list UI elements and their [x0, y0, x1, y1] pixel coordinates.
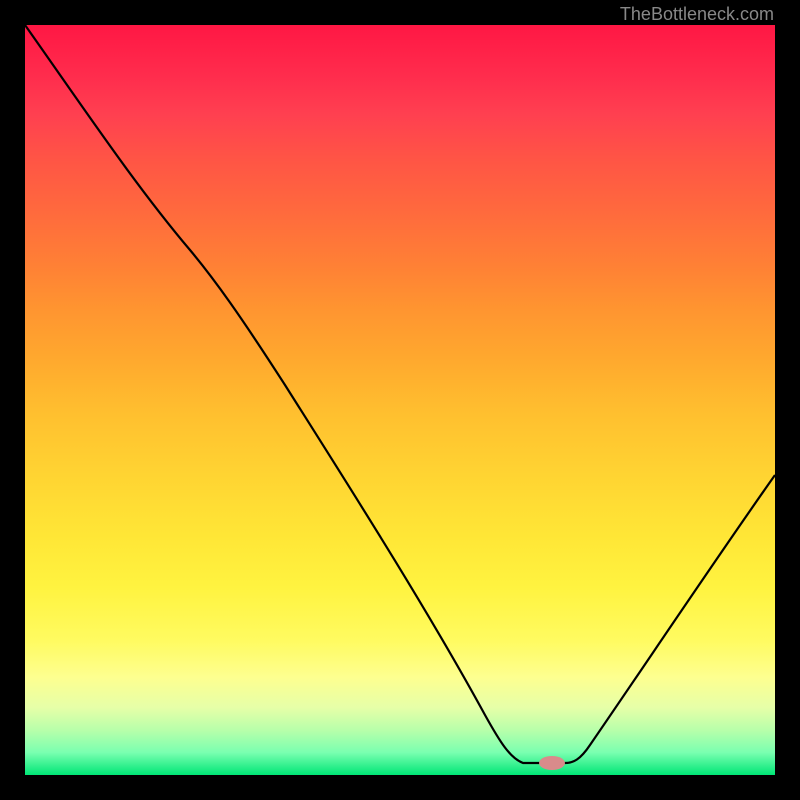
chart-container: TheBottleneck.com	[0, 0, 800, 800]
attribution-label: TheBottleneck.com	[620, 4, 774, 25]
plot-area	[25, 25, 775, 775]
optimal-marker	[539, 756, 565, 770]
bottleneck-curve	[25, 25, 775, 763]
curve-svg	[25, 25, 775, 775]
